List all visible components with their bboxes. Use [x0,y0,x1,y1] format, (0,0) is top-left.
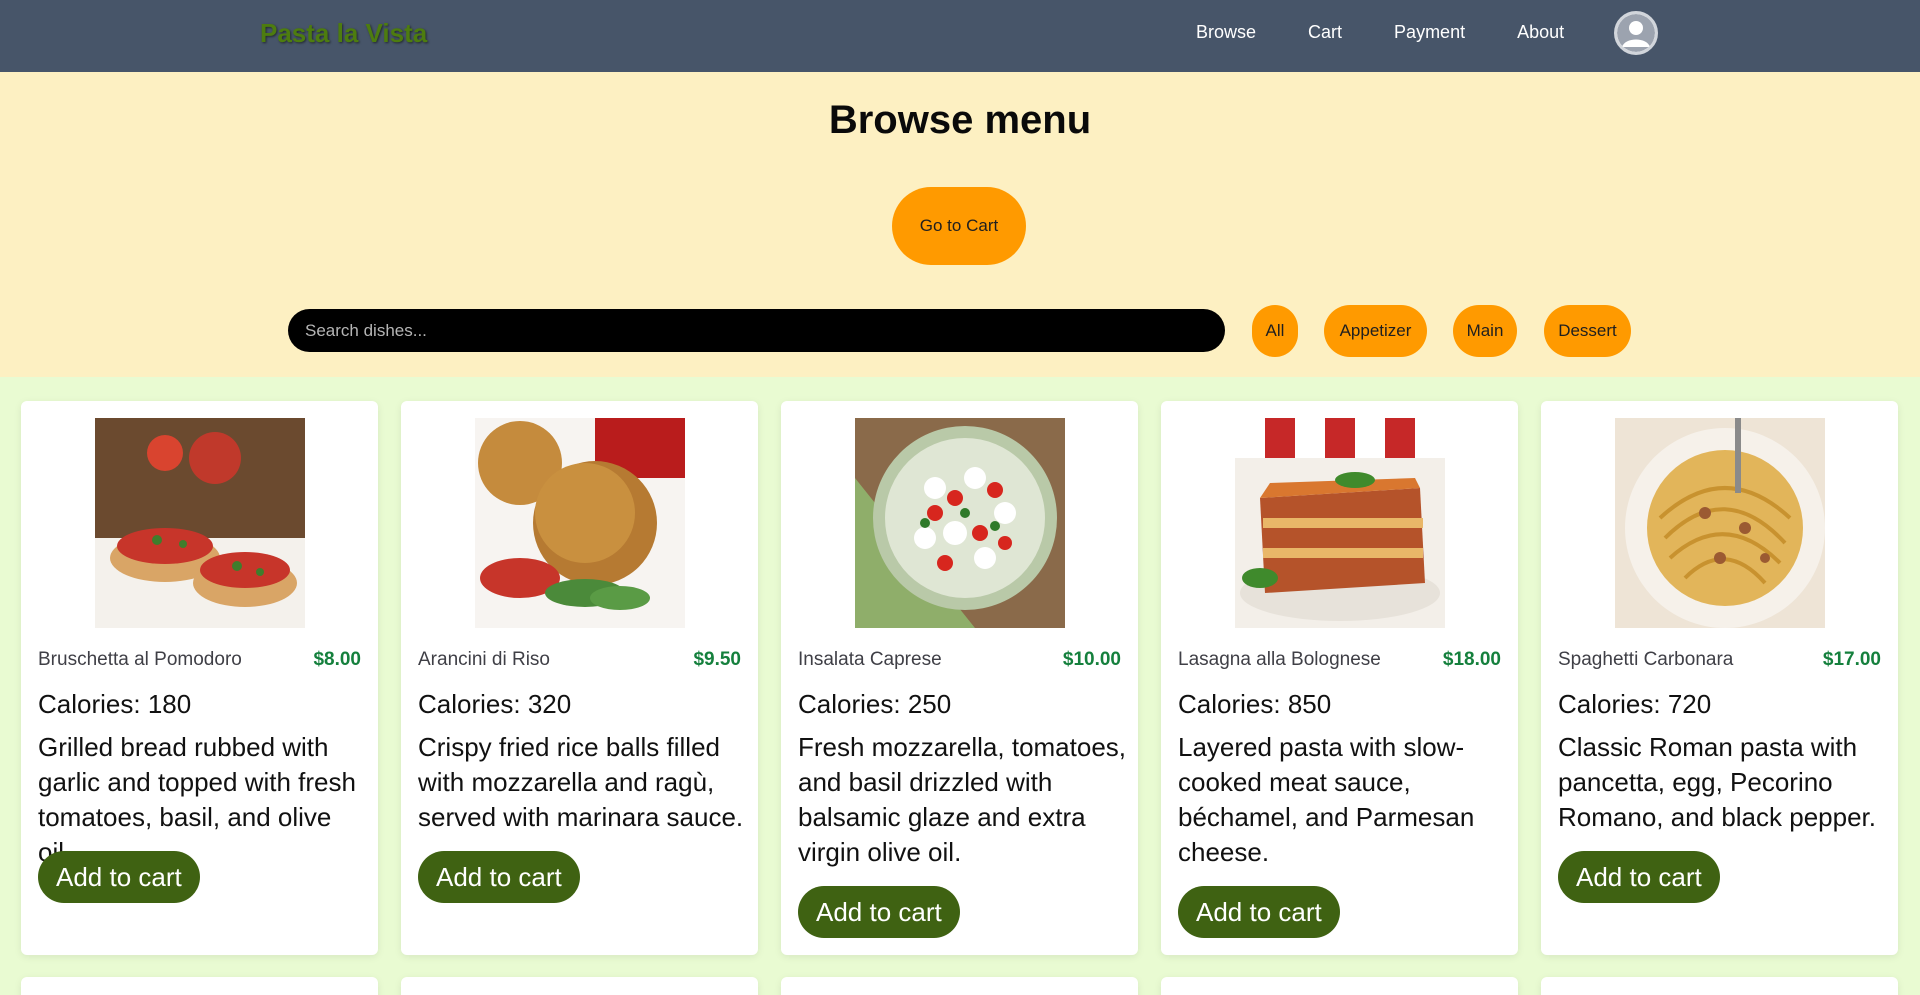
filter-appetizer-button[interactable]: Appetizer [1324,305,1427,357]
dish-calories: Calories: 250 [798,689,952,719]
arancini-photo [475,418,685,628]
go-to-cart-button[interactable]: Go to Cart [892,187,1026,265]
dish-card: Insalata Caprese $10.00 Calories: 250 Fr… [781,401,1138,955]
dish-description: Classic Roman pasta with pancetta, egg, … [1558,732,1876,832]
dish-card: Bruschetta al Pomodoro $8.00 Calories: 1… [21,401,378,955]
dish-calories: Calories: 720 [1558,689,1712,719]
page-title: Browse menu [828,98,1092,142]
dish-card-partial [1541,977,1898,995]
dish-calories: Calories: 180 [38,689,192,719]
dish-card-partial [21,977,378,995]
add-to-cart-button[interactable]: Add to cart [418,851,580,903]
dish-name: Lasagna alla Bolognese [1178,649,1381,670]
filter-dessert-button[interactable]: Dessert [1544,305,1631,357]
dish-name: Arancini di Riso [418,649,550,670]
filter-all-button[interactable]: All [1252,305,1298,357]
dish-price: $18.00 [1442,649,1501,670]
dish-description: Fresh mozzarella, tomatoes, and basil dr… [798,732,1127,867]
carbonara-photo [1615,418,1825,628]
nav-link-cart[interactable]: Cart [1308,22,1342,43]
filter-main-button[interactable]: Main [1453,305,1517,357]
hero-section: Browse menu Go to Cart All Appetizer Mai… [0,72,1920,377]
dish-card: Lasagna alla Bolognese $18.00 Calories: … [1161,401,1518,955]
dish-price: $9.50 [693,649,741,670]
dish-name: Insalata Caprese [798,649,942,670]
lasagna-photo [1235,418,1445,628]
dish-price: $8.00 [313,649,361,670]
dish-card-partial [1161,977,1518,995]
nav-link-about[interactable]: About [1517,22,1564,43]
add-to-cart-button[interactable]: Add to cart [798,886,960,938]
dish-price: $10.00 [1062,649,1121,670]
add-to-cart-button[interactable]: Add to cart [38,851,200,903]
search-input[interactable] [288,309,1225,352]
dish-name: Bruschetta al Pomodoro [38,649,242,670]
dish-card-partial [401,977,758,995]
user-avatar-icon[interactable] [1614,11,1658,55]
dish-card: Arancini di Riso $9.50 Calories: 320 Cri… [401,401,758,955]
add-to-cart-button[interactable]: Add to cart [1558,851,1720,903]
navbar: Pasta la Vista Browse Cart Payment About [0,0,1920,72]
dish-description: Crispy fried rice balls filled with mozz… [418,732,744,832]
dish-description: Layered pasta with slow-cooked meat sauc… [1178,732,1475,867]
add-to-cart-button[interactable]: Add to cart [1178,886,1340,938]
dish-calories: Calories: 850 [1178,689,1332,719]
dish-description: Grilled bread rubbed with garlic and top… [38,732,356,867]
dish-price: $17.00 [1822,649,1881,670]
dish-card: Spaghetti Carbonara $17.00 Calories: 720… [1541,401,1898,955]
nav-links: Browse Cart Payment About [1196,22,1564,43]
brand-logo[interactable]: Pasta la Vista [260,18,427,49]
nav-link-browse[interactable]: Browse [1196,22,1256,43]
caprese-photo [855,418,1065,628]
dish-card-partial [781,977,1138,995]
dish-calories: Calories: 320 [418,689,572,719]
dish-name: Spaghetti Carbonara [1558,649,1734,670]
nav-link-payment[interactable]: Payment [1394,22,1465,43]
bruschetta-photo [95,418,305,628]
